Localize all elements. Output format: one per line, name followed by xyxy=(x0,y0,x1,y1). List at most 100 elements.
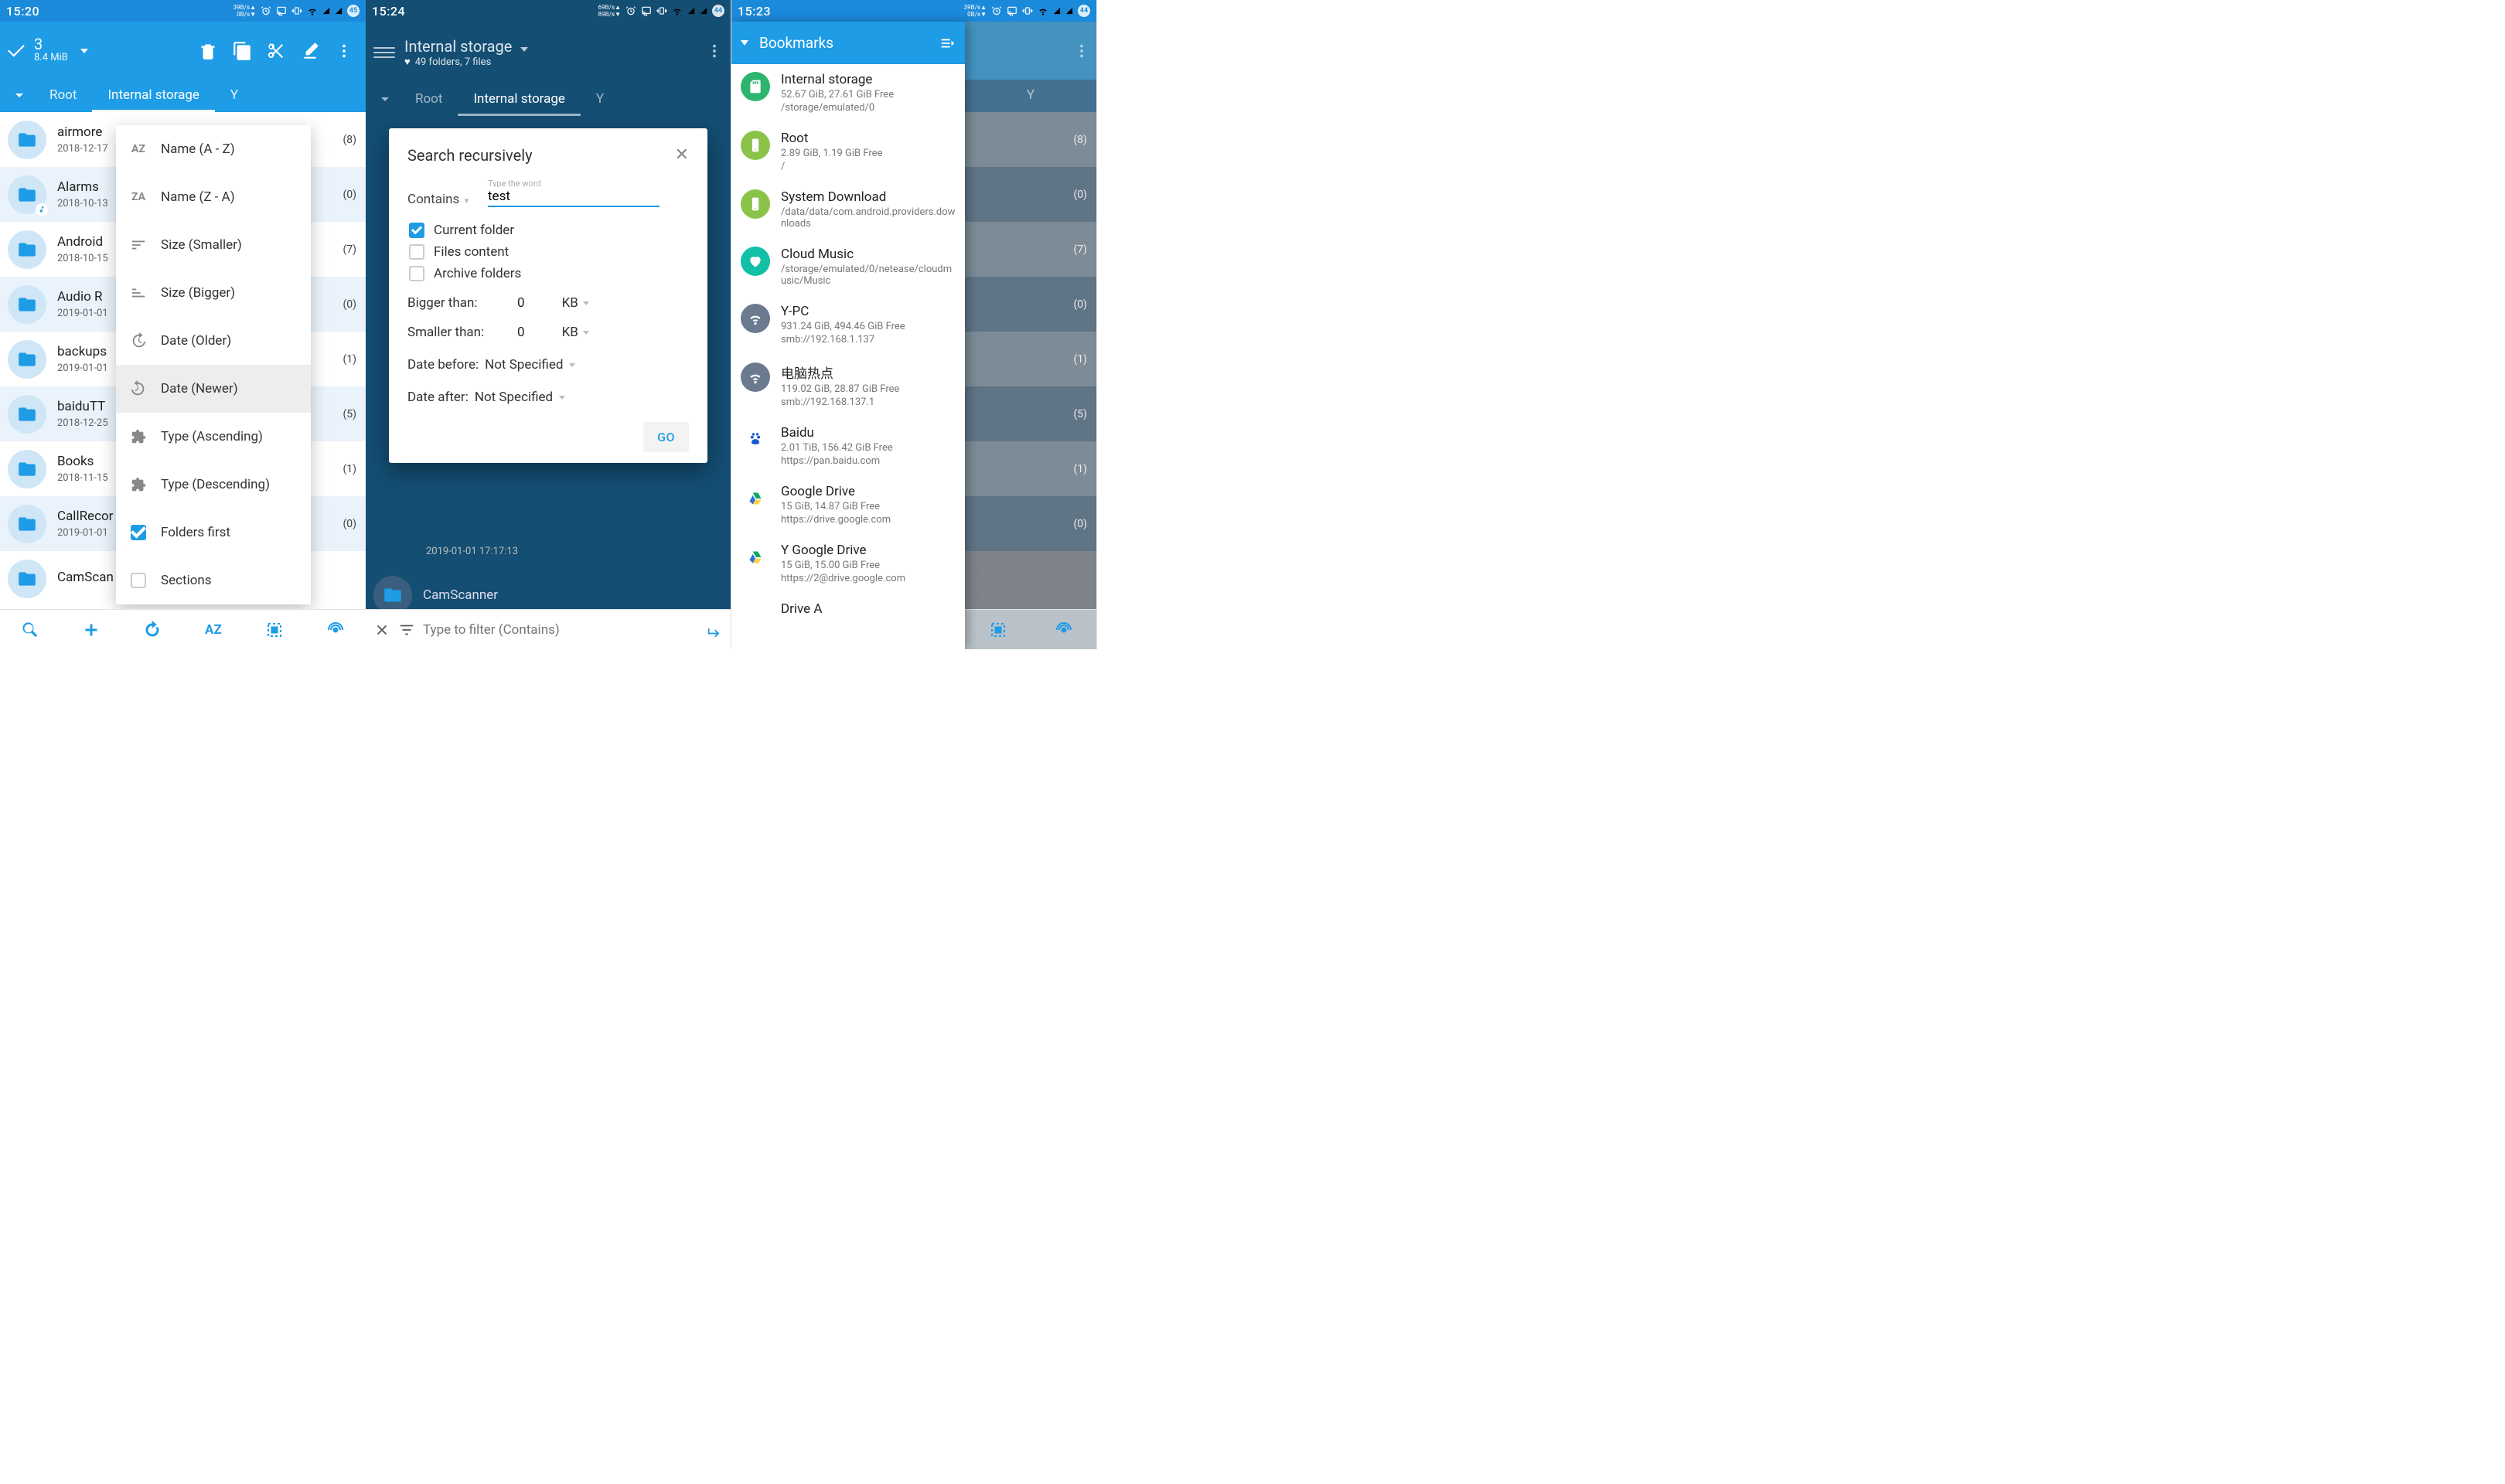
chevron-down-icon[interactable] xyxy=(370,93,400,107)
delete-button[interactable] xyxy=(191,34,225,68)
sort-date-newer[interactable]: Date (Newer) xyxy=(116,365,311,413)
rename-button[interactable] xyxy=(293,34,327,68)
phone-icon xyxy=(741,189,770,219)
dim-row: (5) xyxy=(965,386,1096,441)
net-speed-icon: 39B/s▲0B/s▼ xyxy=(233,4,256,18)
close-icon[interactable] xyxy=(373,621,390,638)
bookmark-name: System Download xyxy=(781,189,956,205)
bookmark-item[interactable]: 电脑热点119.02 GiB, 28.87 GiB Freesmb://192.… xyxy=(731,355,965,417)
dim-row: (0) xyxy=(965,167,1096,222)
history-icon xyxy=(128,332,148,349)
panel-search: 15:24 69B/s▲89B/s▼ 44 Internal storage ♥… xyxy=(366,0,731,649)
date-after-row[interactable]: Date after: Not Specified xyxy=(407,390,689,405)
overflow-button[interactable] xyxy=(327,34,361,68)
crumb-y[interactable]: Y xyxy=(581,83,619,116)
item-count: (0) xyxy=(343,298,356,311)
bigger-than-row[interactable]: Bigger than: 0 KB xyxy=(407,295,689,311)
contains-input[interactable] xyxy=(488,187,659,207)
bookmark-item[interactable]: Cloud Music/storage/emulated/0/netease/c… xyxy=(731,239,965,296)
select-button[interactable] xyxy=(257,613,291,647)
bookmark-item[interactable]: Root2.89 GiB, 1.19 GiB Free/ xyxy=(731,123,965,182)
bookmark-item[interactable]: Google Drive15 GiB, 14.87 GiB Freehttps:… xyxy=(731,476,965,535)
filter-icon[interactable] xyxy=(398,621,415,638)
chevron-down-icon[interactable] xyxy=(5,89,34,103)
bookmark-item[interactable]: Drive A xyxy=(731,594,965,640)
enter-icon[interactable] xyxy=(706,621,723,638)
bookmark-item[interactable]: Internal storage52.67 GiB, 27.61 GiB Fre… xyxy=(731,64,965,123)
item-count: (5) xyxy=(343,408,356,420)
sort-type-asc[interactable]: Type (Ascending) xyxy=(116,413,311,461)
crumb-root[interactable]: Root xyxy=(34,80,92,112)
sort-size-smaller[interactable]: Size (Smaller) xyxy=(116,221,311,269)
alarm-icon xyxy=(625,5,636,16)
sort-button[interactable]: AZ xyxy=(196,613,230,647)
dropdown-icon[interactable] xyxy=(583,331,589,335)
archive-folders-checkbox[interactable]: Archive folders xyxy=(409,266,689,281)
bookmark-item[interactable]: Y-PC931.24 GiB, 494.46 GiB Freesmb://192… xyxy=(731,296,965,355)
bookmark-size: 52.67 GiB, 27.61 GiB Free xyxy=(781,89,894,100)
status-bar: 15:24 69B/s▲89B/s▼ 44 xyxy=(366,0,731,22)
sort-folders-first[interactable]: Folders first xyxy=(116,509,311,556)
net-speed-icon: 69B/s▲89B/s▼ xyxy=(598,4,621,18)
bookmark-name: Drive A xyxy=(781,601,823,617)
search-button[interactable] xyxy=(13,613,47,647)
refresh-button[interactable] xyxy=(135,613,169,647)
check-icon[interactable] xyxy=(6,41,26,61)
select-button xyxy=(981,613,1015,647)
bookmark-name: 电脑热点 xyxy=(781,362,899,382)
item-count: (1) xyxy=(343,463,356,475)
copy-button[interactable] xyxy=(225,34,259,68)
bookmark-name: Y Google Drive xyxy=(781,543,905,558)
add-button[interactable] xyxy=(74,613,108,647)
broadcast-button[interactable] xyxy=(319,613,353,647)
bookmark-name: Baidu xyxy=(781,425,893,441)
bookmark-name: Root xyxy=(781,131,882,146)
breadcrumb: Root Internal storage Y xyxy=(0,80,366,112)
overflow-button[interactable] xyxy=(706,43,723,63)
date-before-row[interactable]: Date before: Not Specified xyxy=(407,357,689,373)
go-button[interactable]: GO xyxy=(643,422,689,452)
dropdown-icon[interactable] xyxy=(583,301,589,305)
current-folder-checkbox[interactable]: Current folder xyxy=(409,223,689,238)
crumb-internal[interactable]: Internal storage xyxy=(458,83,580,116)
sort-type-desc[interactable]: Type (Descending) xyxy=(116,461,311,509)
bookmark-path: /data/data/com.android.providers.downloa… xyxy=(781,206,956,230)
bookmark-item[interactable]: System Download/data/data/com.android.pr… xyxy=(731,182,965,239)
crumb-internal[interactable]: Internal storage xyxy=(92,80,214,112)
crumb-root[interactable]: Root xyxy=(400,83,458,116)
bookmark-item[interactable]: Baidu2.01 TiB, 156.42 GiB Freehttps://pa… xyxy=(731,417,965,476)
sort-date-older[interactable]: Date (Older) xyxy=(116,317,311,365)
bookmark-path: https://drive.google.com xyxy=(781,514,891,526)
cut-button[interactable] xyxy=(259,34,293,68)
underrow-name: CamScanner xyxy=(423,587,498,603)
sort-name-za[interactable]: ZAName (Z - A) xyxy=(116,173,311,221)
dropdown-icon[interactable] xyxy=(80,49,88,53)
crumb-y[interactable]: Y xyxy=(215,80,254,112)
files-content-checkbox[interactable]: Files content xyxy=(409,244,689,260)
bookmark-path: smb://192.168.137.1 xyxy=(781,397,899,408)
heart-icon xyxy=(741,247,770,276)
sort-sections[interactable]: Sections xyxy=(116,556,311,604)
status-bar: 15:23 39B/s▲0B/s▼ 44 xyxy=(731,0,1096,22)
dim-row: (0) xyxy=(965,496,1096,551)
signal-icon xyxy=(687,5,695,16)
cast-icon xyxy=(1007,5,1017,16)
dropdown-icon[interactable] xyxy=(520,47,528,52)
smaller-than-row[interactable]: Smaller than: 0 KB xyxy=(407,325,689,340)
menu-icon[interactable] xyxy=(373,47,395,58)
dropdown-icon[interactable] xyxy=(569,363,575,367)
checkbox-checked-icon xyxy=(131,525,146,540)
collapse-icon[interactable] xyxy=(741,40,748,46)
az-icon: AZ xyxy=(128,143,148,155)
wifi-icon xyxy=(1038,5,1048,16)
dropdown-icon[interactable] xyxy=(559,396,565,400)
item-count: (0) xyxy=(343,189,356,201)
alarm-icon xyxy=(991,5,1002,16)
close-button[interactable]: ✕ xyxy=(675,145,689,165)
sort-name-az[interactable]: AZName (A - Z) xyxy=(116,125,311,173)
sort-size-bigger[interactable]: Size (Bigger) xyxy=(116,269,311,317)
bookmark-item[interactable]: Y Google Drive15 GiB, 15.00 GiB Freehttp… xyxy=(731,535,965,594)
filter-input[interactable] xyxy=(423,622,698,638)
list-icon[interactable] xyxy=(939,35,956,52)
folder-icon xyxy=(8,175,46,214)
